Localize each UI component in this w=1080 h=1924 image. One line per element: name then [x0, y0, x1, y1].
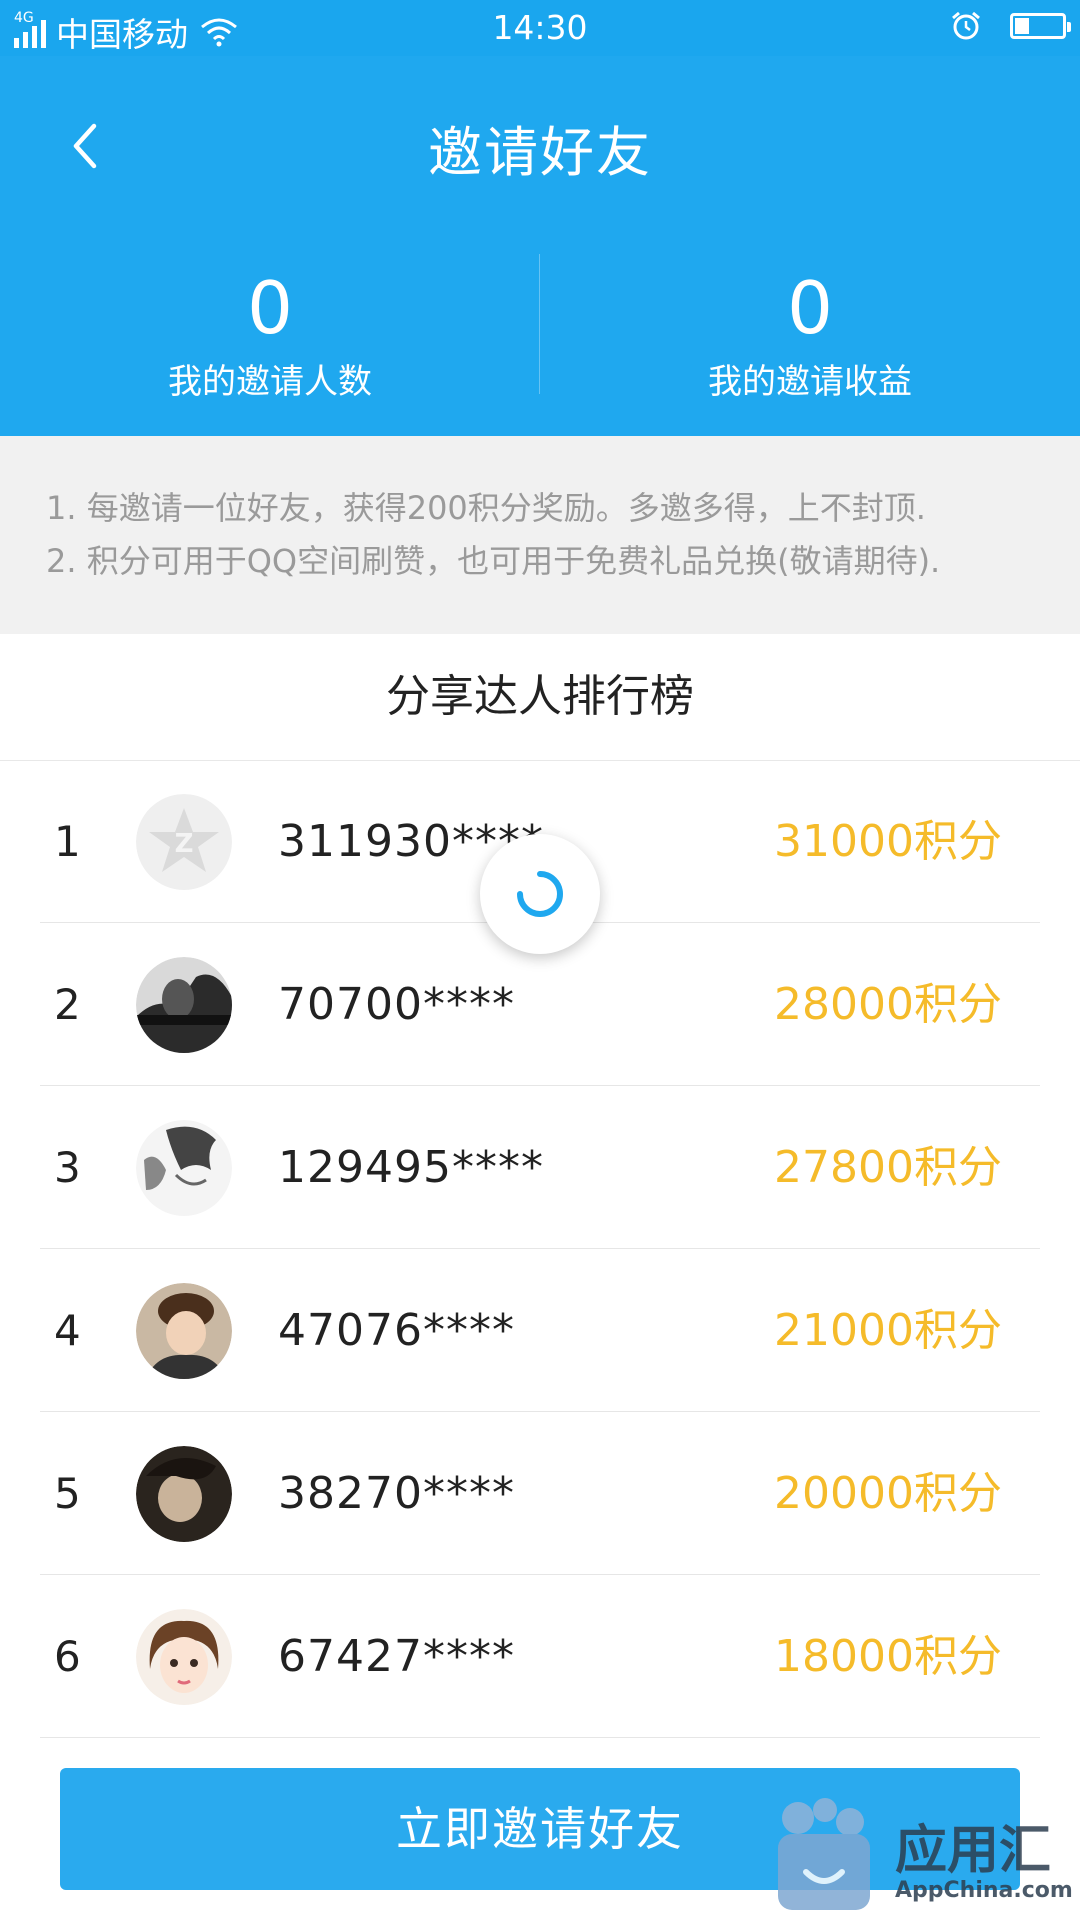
user-points: 21000积分 [774, 1305, 1002, 1356]
clock: 14:30 [492, 8, 588, 47]
rank-number: 4 [54, 1306, 81, 1355]
rule-line: 2. 积分可用于QQ空间刷赞，也可用于免费礼品兑换(敬请期待). [46, 542, 941, 580]
spinner-icon [517, 871, 563, 917]
ranking-row[interactable]: 5 38270**** 20000积分 [0, 1412, 1080, 1575]
avatar [136, 1283, 232, 1379]
user-points: 20000积分 [774, 1468, 1002, 1519]
header: 邀请好友 0 我的邀请人数 0 我的邀请收益 [0, 56, 1080, 436]
svg-text:Z: Z [175, 829, 194, 859]
user-id: 67427**** [278, 1631, 515, 1682]
rules-panel: 1. 每邀请一位好友，获得200积分奖励。多邀多得，上不封顶. 2. 积分可用于… [0, 436, 1080, 634]
ranking-row[interactable]: 6 67427**** 18000积分 [0, 1575, 1080, 1738]
user-id: 47076**** [278, 1305, 515, 1356]
ranking-row[interactable]: 4 47076**** 21000积分 [0, 1249, 1080, 1412]
ranking-row[interactable]: 3 129495**** 27800积分 [0, 1086, 1080, 1249]
rank-number: 2 [54, 980, 81, 1029]
user-points: 18000积分 [774, 1631, 1002, 1682]
invite-count-value: 0 [247, 266, 293, 350]
avatar [136, 1446, 232, 1542]
rank-number: 6 [54, 1632, 81, 1681]
invite-earnings-value: 0 [787, 266, 833, 350]
appchina-watermark: 应用汇 AppChina.com [770, 1790, 1080, 1920]
user-id: 38270**** [278, 1468, 515, 1519]
status-right [950, 10, 1071, 42]
user-points: 27800积分 [774, 1142, 1002, 1193]
avatar: Z [136, 794, 232, 890]
avatar [136, 1609, 232, 1705]
rank-number: 5 [54, 1469, 81, 1518]
alarm-icon [952, 11, 980, 40]
rank-number: 1 [54, 817, 81, 866]
invite-earnings-label: 我的邀请收益 [708, 362, 912, 402]
status-bar: 4G 中国移动 14:30 [0, 0, 1080, 56]
watermark-site: AppChina.com [895, 1878, 1073, 1903]
invite-count-label: 我的邀请人数 [168, 362, 372, 402]
user-id: 129495**** [278, 1142, 544, 1193]
loading-spinner [480, 834, 600, 954]
avatar [136, 1120, 232, 1216]
rule-line: 1. 每邀请一位好友，获得200积分奖励。多邀多得，上不封顶. [46, 489, 926, 527]
ranking-title: 分享达人排行榜 [0, 634, 1080, 761]
battery-level [1015, 18, 1029, 34]
rank-number: 3 [54, 1143, 81, 1192]
invite-earnings-stat: 0 我的邀请收益 [540, 266, 1080, 403]
page-title: 邀请好友 [428, 121, 652, 184]
watermark-name: 应用汇 [895, 1821, 1052, 1881]
appchina-logo-icon [778, 1798, 870, 1910]
avatar [136, 957, 232, 1053]
user-points: 28000积分 [774, 979, 1002, 1030]
invite-count-stat: 0 我的邀请人数 [0, 266, 540, 403]
battery-icon [1010, 13, 1071, 39]
user-points: 31000积分 [774, 816, 1002, 867]
